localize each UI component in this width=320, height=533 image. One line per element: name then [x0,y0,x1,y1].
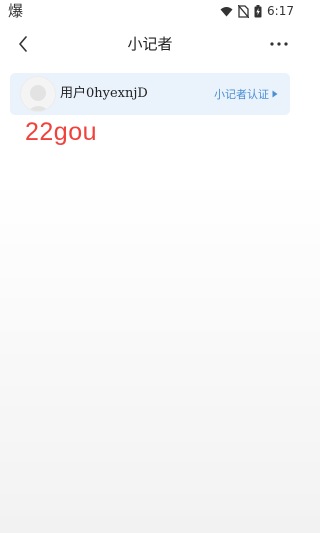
status-icons: 6:17 [220,4,294,18]
default-avatar-icon [27,85,49,111]
battery-charging-icon [254,4,262,17]
status-bar: 爆 6:17 [0,0,300,22]
wifi-icon [220,6,233,16]
clock: 6:17 [267,4,294,18]
more-horizontal-icon [270,42,288,46]
username: 用户0hyexnjD [60,86,148,101]
reporter-verification-link[interactable]: 小记者认证 [214,73,278,115]
avatar[interactable] [20,76,56,112]
user-card[interactable]: 用户0hyexnjD 小记者认证 [10,73,290,115]
watermark-text: 22gou [25,118,98,146]
no-sim-icon [238,4,250,18]
more-button[interactable] [266,32,292,56]
navigation-bar: 小记者 [0,22,300,66]
caret-right-icon [272,90,278,98]
app-notification-glyph: 爆 [8,2,24,20]
page-title: 小记者 [127,35,173,53]
verification-label: 小记者认证 [214,88,269,101]
